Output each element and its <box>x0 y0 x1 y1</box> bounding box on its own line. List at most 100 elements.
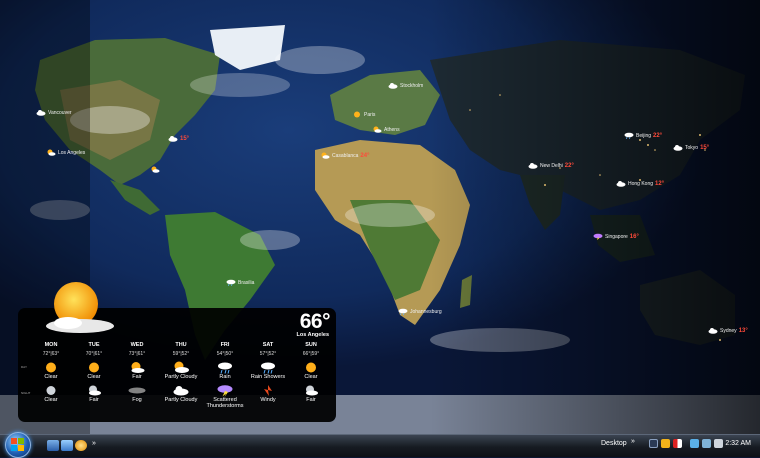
night-condition: Scattered Thunderstorms <box>206 397 244 409</box>
current-temperature: 66° <box>299 310 331 333</box>
map-city-marker[interactable]: Brasilia <box>226 279 254 286</box>
day-condition: Clear <box>44 374 58 380</box>
city-name: Beijing <box>636 132 652 139</box>
partly-cloudy-icon <box>47 149 56 156</box>
quick-launch-overflow-icon[interactable]: » <box>92 440 96 447</box>
weather-forecast-panel: 66° Los Angeles DAY NIGHT MON 72°|63° Cl… <box>18 282 336 422</box>
toolbar-overflow-icon[interactable]: » <box>631 438 635 445</box>
day-name: TUE <box>88 342 100 348</box>
switch-windows-icon[interactable] <box>61 440 73 451</box>
show-desktop-icon[interactable] <box>47 440 59 451</box>
fog-icon <box>128 387 146 394</box>
desktop-toolbar-label[interactable]: Desktop <box>601 440 627 447</box>
day-hi-lo: 54°|50° <box>216 351 234 357</box>
forecast-day-column: SAT 57°|52° Rain Showers Windy <box>246 342 290 403</box>
monitor-icon[interactable] <box>702 439 711 448</box>
forecast-day-column: THU 59°|52° Partly Cloudy Partly Cloudy <box>159 342 203 403</box>
day-hi-lo: 73°|61° <box>128 351 146 357</box>
city-temp: 24° <box>360 152 370 159</box>
city-name: Casablanca <box>332 152 359 159</box>
map-city-marker[interactable]: Athens <box>372 126 400 133</box>
thunderstorm-icon <box>217 385 233 397</box>
power-icon[interactable] <box>661 439 670 448</box>
cloudy-icon <box>168 136 178 142</box>
city-name: Brasilia <box>238 279 255 286</box>
desktop-wallpaper: Vancouver Los Angeles 15° Paris Stockhol… <box>0 0 760 434</box>
forecast-day-column: MON 72°|63° Clear Clear <box>29 342 73 403</box>
day-name: MON <box>44 342 58 348</box>
current-city: Los Angeles <box>296 332 330 338</box>
map-city-marker[interactable]: Singapore 16° <box>593 233 639 240</box>
network-icon[interactable] <box>690 439 699 448</box>
day-condition: Partly Cloudy <box>164 374 198 380</box>
day-condition: Fair <box>132 374 142 380</box>
map-city-marker[interactable]: Stockholm <box>388 82 423 89</box>
windy-icon <box>264 385 272 396</box>
sun-icon <box>89 362 99 373</box>
city-name: Tokyo <box>685 144 699 151</box>
sun-cloud-icon <box>131 362 145 373</box>
browser-icon[interactable] <box>75 440 87 451</box>
day-hi-lo: 66°|59° <box>302 351 320 357</box>
cloud-icon <box>173 386 189 396</box>
city-temp: 22° <box>653 132 663 139</box>
map-city-marker[interactable]: Casablanca 24° <box>320 152 369 159</box>
clock[interactable]: 2:32 AM <box>725 440 751 447</box>
forecast-day-column: TUE 70°|61° Clear Fair <box>72 342 116 403</box>
city-name: Athens <box>384 126 400 133</box>
forecast-day-column: FRI 54°|50° Rain Scattered Thunderstorms <box>203 342 247 409</box>
city-temp: 15° <box>700 144 710 151</box>
day-condition: Rain Showers <box>250 374 286 380</box>
map-city-marker[interactable]: Johannesburg <box>398 308 442 315</box>
day-hi-lo: 57°|52° <box>259 351 277 357</box>
day-hi-lo: 70°|61° <box>85 351 103 357</box>
volume-icon[interactable] <box>714 439 723 448</box>
sunny-icon <box>354 111 360 118</box>
night-condition: Windy <box>260 397 276 403</box>
city-name: Hong Kong <box>628 180 654 187</box>
city-name: Los Angeles <box>58 149 86 156</box>
forecast-day-column: SUN 66°|59° Clear Fair <box>289 342 333 403</box>
map-city-marker[interactable]: Vancouver <box>36 109 72 116</box>
forecast-day-column: WED 73°|61° Fair Fog <box>115 342 159 403</box>
language-icon[interactable] <box>649 439 658 448</box>
thunderstorm-icon <box>593 233 603 240</box>
map-city-marker[interactable]: Tokyo 15° <box>673 144 709 151</box>
sun-cloud-icon <box>46 282 114 333</box>
map-city-marker[interactable]: Beijing 22° <box>624 132 662 139</box>
city-name: Singapore <box>605 233 628 240</box>
night-condition: Fog <box>132 397 142 403</box>
moon-icon <box>46 386 56 395</box>
security-shield-icon[interactable] <box>673 439 682 448</box>
day-name: WED <box>130 342 144 348</box>
cloudy-icon <box>708 328 718 334</box>
taskbar: » Desktop » 2:32 AM <box>0 432 760 458</box>
city-name: New Delhi <box>540 162 563 169</box>
partly-cloudy-icon <box>321 152 330 159</box>
rain-icon <box>226 279 236 286</box>
day-name: SUN <box>305 342 317 348</box>
night-condition: Partly Cloudy <box>164 397 198 403</box>
night-row-label: NIGHT <box>21 391 31 395</box>
rain-icon <box>398 308 408 315</box>
day-hi-lo: 59°|52° <box>172 351 190 357</box>
day-name: SAT <box>262 342 274 348</box>
day-hi-lo: 72°|63° <box>42 351 60 357</box>
city-name: Paris <box>364 111 376 118</box>
day-name: THU <box>175 342 187 348</box>
day-row-label: DAY <box>21 365 27 369</box>
map-city-marker[interactable]: Los Angeles <box>46 149 85 156</box>
moon-cloud-icon <box>89 385 101 396</box>
map-city-marker[interactable] <box>150 166 160 173</box>
day-condition: Clear <box>87 374 101 380</box>
moon-cloud-icon <box>306 385 318 396</box>
map-city-marker[interactable]: New Delhi 22° <box>528 162 574 169</box>
map-city-marker[interactable]: Paris <box>352 111 375 118</box>
night-condition: Fair <box>306 397 316 403</box>
start-button[interactable] <box>5 432 31 458</box>
map-city-marker[interactable]: 15° <box>168 135 189 142</box>
map-city-marker[interactable]: Hong Kong 12° <box>616 180 664 187</box>
map-city-marker[interactable]: Sydney 13° <box>708 327 748 334</box>
sun-cloud-icon <box>174 361 189 373</box>
city-name: Johannesburg <box>410 308 442 315</box>
